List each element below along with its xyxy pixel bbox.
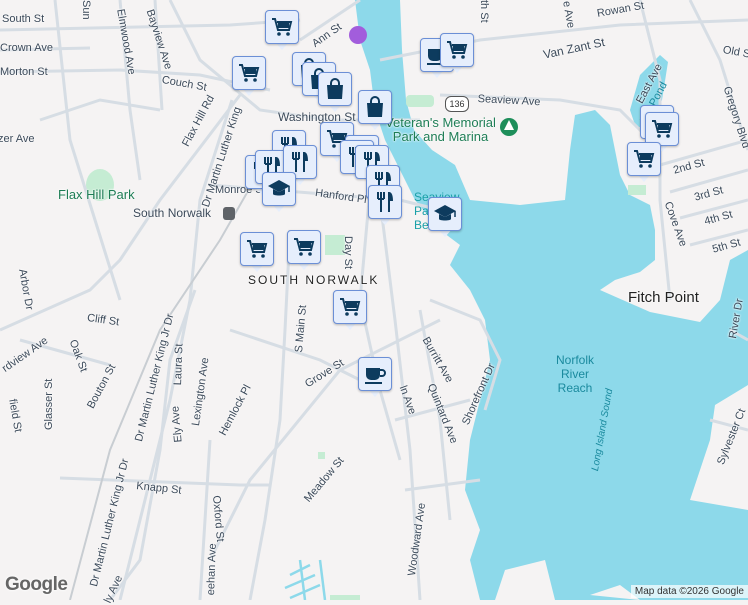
shopping-cart-marker[interactable] [333,290,367,332]
shopping-cart-icon [445,38,469,62]
marker-box [287,230,321,264]
restaurant-icon [288,150,312,174]
south-norwalk-station-label[interactable]: South Norwalk [133,206,211,220]
shopping-cart-icon [632,147,656,171]
marker-box [318,72,352,106]
marker-box [428,197,462,231]
street-label: Glasser St [43,378,55,430]
shopping-bag-icon [363,95,387,119]
shopping-bag-icon [323,77,347,101]
shopping-cart-marker[interactable] [240,232,274,274]
shopping-cart-icon [650,117,674,141]
shopping-cart-icon [270,15,294,39]
shopping-cart-icon [338,295,362,319]
veterans-park-label[interactable]: Veteran's Memorial Park and Marina [378,116,503,144]
graduation-cap-marker[interactable] [262,172,296,214]
marker-box [627,142,661,176]
street-label: Crown Ave [0,42,53,54]
street-label: South St [2,13,45,25]
shopping-bag-marker[interactable] [318,72,352,114]
street-label: Sun [80,0,92,20]
shopping-cart-marker[interactable] [440,33,474,75]
marker-box [262,172,296,206]
coffee-cup-icon [363,362,387,386]
street-label: Morton St [0,66,48,78]
shopping-cart-icon [237,61,261,85]
coffee-cup-marker[interactable] [358,357,392,399]
restaurant-marker[interactable] [368,185,402,227]
graduation-cap-marker[interactable] [428,197,462,239]
neighborhood-label: SOUTH NORWALK [248,273,380,287]
map-attribution[interactable]: Map data ©2026 Google [630,585,748,598]
shopping-cart-marker[interactable] [232,56,266,98]
marker-box [232,56,266,90]
shopping-cart-marker[interactable] [287,230,321,272]
point-of-interest-pin[interactable] [349,26,367,44]
graduation-cap-icon [433,202,457,226]
shopping-cart-marker[interactable] [627,142,661,184]
google-logo[interactable]: Google [5,574,68,596]
street-label: Laura St [172,343,186,386]
marker-box [645,112,679,146]
graduation-cap-icon [267,177,291,201]
street-label: eehan Ave [205,543,219,596]
train-station-icon[interactable] [223,207,235,220]
fitch-point-label: Fitch Point [628,289,699,306]
shopping-cart-icon [292,235,316,259]
flax-hill-park-label[interactable]: Flax Hill Park [58,187,135,202]
restaurant-icon [373,190,397,214]
marker-box [358,90,392,124]
shopping-bag-marker[interactable] [358,90,392,132]
marker-box [358,357,392,391]
norfolk-river-reach-label: Norfolk River Reach [555,353,594,395]
route-136-shield: 136 [445,96,469,112]
shopping-cart-icon [245,237,269,261]
shopping-cart-marker[interactable] [265,10,299,52]
marker-box [368,185,402,219]
marker-box [333,290,367,324]
street-label: th St [478,0,490,23]
marina-docks [284,559,327,600]
marker-box [440,33,474,67]
marker-box [240,232,274,266]
street-label: zer Ave [0,133,35,145]
street-label: Day St [342,236,354,270]
marker-box [265,10,299,44]
